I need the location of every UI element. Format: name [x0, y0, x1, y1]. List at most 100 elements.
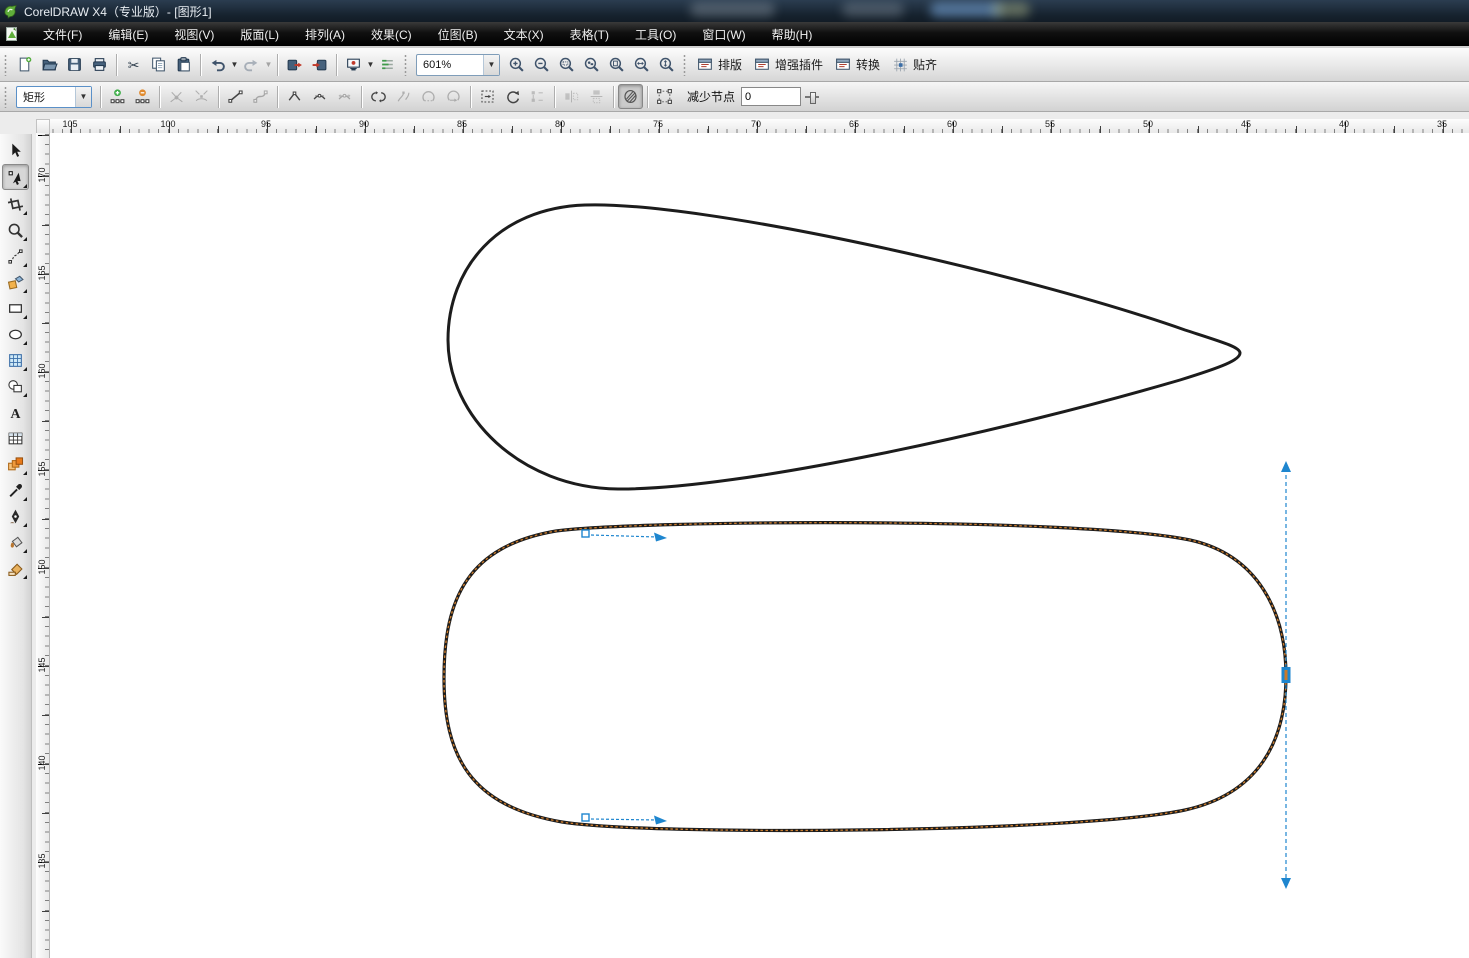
ellipse-tool[interactable] — [3, 322, 28, 346]
basic-shapes-tool[interactable] — [3, 374, 28, 398]
typesetting-button[interactable]: 排版 — [691, 53, 748, 76]
import-button[interactable] — [282, 52, 307, 77]
app-launcher-button[interactable] — [341, 52, 366, 77]
cut-button[interactable]: ✂ — [121, 52, 146, 77]
zoom-height-icon — [658, 56, 675, 73]
chevron-down-icon[interactable]: ▼ — [230, 60, 239, 69]
cusp-node-button[interactable] — [282, 84, 307, 109]
chevron-down-icon[interactable]: ▼ — [366, 60, 375, 69]
redo-button[interactable] — [239, 52, 264, 77]
reflect-horizontal-button[interactable] — [559, 84, 584, 109]
menu-tools[interactable]: 工具(O) — [622, 23, 689, 46]
new-page-button[interactable] — [12, 52, 37, 77]
zoom-tool[interactable] — [3, 218, 28, 242]
app-launcher-icon — [345, 56, 362, 73]
menu-view[interactable]: 视图(V) — [161, 23, 227, 46]
crop-tool[interactable] — [3, 192, 28, 216]
rotate-nodes-button[interactable] — [500, 84, 525, 109]
plugins-button-label: 增强插件 — [775, 56, 823, 73]
typesetting-button-label: 排版 — [718, 56, 742, 73]
menu-text[interactable]: 文本(X) — [491, 23, 557, 46]
separator — [613, 86, 614, 108]
zoom-page-button[interactable] — [604, 52, 629, 77]
zoom-level-combo[interactable]: 601% ▼ — [416, 54, 500, 76]
reflect-vertical-button[interactable] — [584, 84, 609, 109]
chevron-down-icon[interactable]: ▼ — [75, 87, 91, 107]
break-curve-button[interactable] — [189, 84, 214, 109]
close-curve-button[interactable] — [416, 84, 441, 109]
menu-file[interactable]: 文件(F) — [30, 23, 95, 46]
eyedropper-tool[interactable] — [3, 478, 28, 502]
menu-bitmaps[interactable]: 位图(B) — [425, 23, 491, 46]
export-button[interactable] — [307, 52, 332, 77]
toolbar-grip[interactable] — [4, 86, 7, 108]
ruler-origin[interactable] — [36, 119, 50, 134]
save-button[interactable] — [62, 52, 87, 77]
interactive-fill-tool[interactable] — [3, 556, 28, 580]
reverse-direction-button[interactable] — [366, 84, 391, 109]
vertical-ruler[interactable]: 170165160155150145140135 — [36, 133, 50, 958]
plugins-button[interactable]: 增强插件 — [748, 53, 829, 76]
chevron-down-icon[interactable]: ▼ — [264, 60, 273, 69]
align-nodes-button[interactable] — [525, 84, 550, 109]
stretch-nodes-button[interactable] — [475, 84, 500, 109]
outline-pen-tool[interactable] — [3, 504, 28, 528]
zoom-selected-button[interactable] — [554, 52, 579, 77]
toolbar-grip[interactable] — [404, 54, 407, 76]
table-tool[interactable] — [3, 426, 28, 450]
zoom-out-button[interactable] — [529, 52, 554, 77]
menu-arrange[interactable]: 排列(A) — [292, 23, 358, 46]
options-button[interactable] — [375, 52, 400, 77]
freehand-tool[interactable] — [3, 244, 28, 268]
canvas-svg[interactable] — [50, 133, 1469, 958]
shape-tool[interactable] — [2, 164, 29, 190]
toolbar-grip[interactable] — [4, 54, 7, 76]
menu-edit[interactable]: 编辑(E) — [95, 23, 161, 46]
text-tool[interactable]: A — [3, 400, 28, 424]
select-all-nodes-button[interactable] — [652, 84, 677, 109]
preset-shape-combo[interactable]: 矩形 ▼ — [16, 86, 92, 108]
undo-button[interactable] — [205, 52, 230, 77]
auto-close-button[interactable] — [441, 84, 466, 109]
smart-fill-tool[interactable] — [3, 270, 28, 294]
reduce-nodes-input[interactable] — [741, 87, 801, 106]
snap-button-label: 贴齐 — [913, 56, 937, 73]
zoom-width-button[interactable] — [629, 52, 654, 77]
zoom-height-button[interactable] — [654, 52, 679, 77]
pick-tool[interactable] — [3, 138, 28, 162]
reflect-horizontal-icon — [563, 88, 580, 105]
chevron-down-icon[interactable]: ▼ — [483, 55, 499, 75]
delete-node-button[interactable] — [130, 84, 155, 109]
drawing-canvas[interactable] — [50, 133, 1469, 958]
print-button[interactable] — [87, 52, 112, 77]
join-nodes-button[interactable] — [164, 84, 189, 109]
elastic-mode-button[interactable] — [618, 84, 643, 109]
svg-text:✂: ✂ — [128, 57, 140, 73]
menu-layout[interactable]: 版面(L) — [227, 23, 292, 46]
blend-tool[interactable] — [3, 452, 28, 476]
curve-smoothness-slider[interactable] — [803, 89, 821, 105]
convert-to-curve-button[interactable] — [248, 84, 273, 109]
extract-subpath-button[interactable] — [391, 84, 416, 109]
menu-table[interactable]: 表格(T) — [557, 23, 622, 46]
toolbox: A — [0, 134, 32, 958]
horizontal-ruler[interactable]: 10510095908580757065605550454035 — [50, 119, 1469, 134]
graph-paper-tool[interactable] — [3, 348, 28, 372]
menu-window[interactable]: 窗口(W) — [689, 23, 758, 46]
fill-tool[interactable] — [3, 530, 28, 554]
snap-button[interactable]: 贴齐 — [886, 53, 943, 76]
smooth-node-button[interactable] — [307, 84, 332, 109]
zoom-all-objects-button[interactable] — [579, 52, 604, 77]
menu-help[interactable]: 帮助(H) — [759, 23, 826, 46]
add-node-button[interactable] — [105, 84, 130, 109]
menu-effects[interactable]: 效果(C) — [358, 23, 425, 46]
open-folder-button[interactable] — [37, 52, 62, 77]
copy-button[interactable] — [146, 52, 171, 77]
symmetrical-node-button[interactable] — [332, 84, 357, 109]
zoom-in-button[interactable] — [504, 52, 529, 77]
convert-button[interactable]: 转换 — [829, 53, 886, 76]
paste-button[interactable] — [171, 52, 196, 77]
toolbar-grip[interactable] — [683, 54, 686, 76]
convert-to-line-button[interactable] — [223, 84, 248, 109]
rectangle-tool[interactable] — [3, 296, 28, 320]
